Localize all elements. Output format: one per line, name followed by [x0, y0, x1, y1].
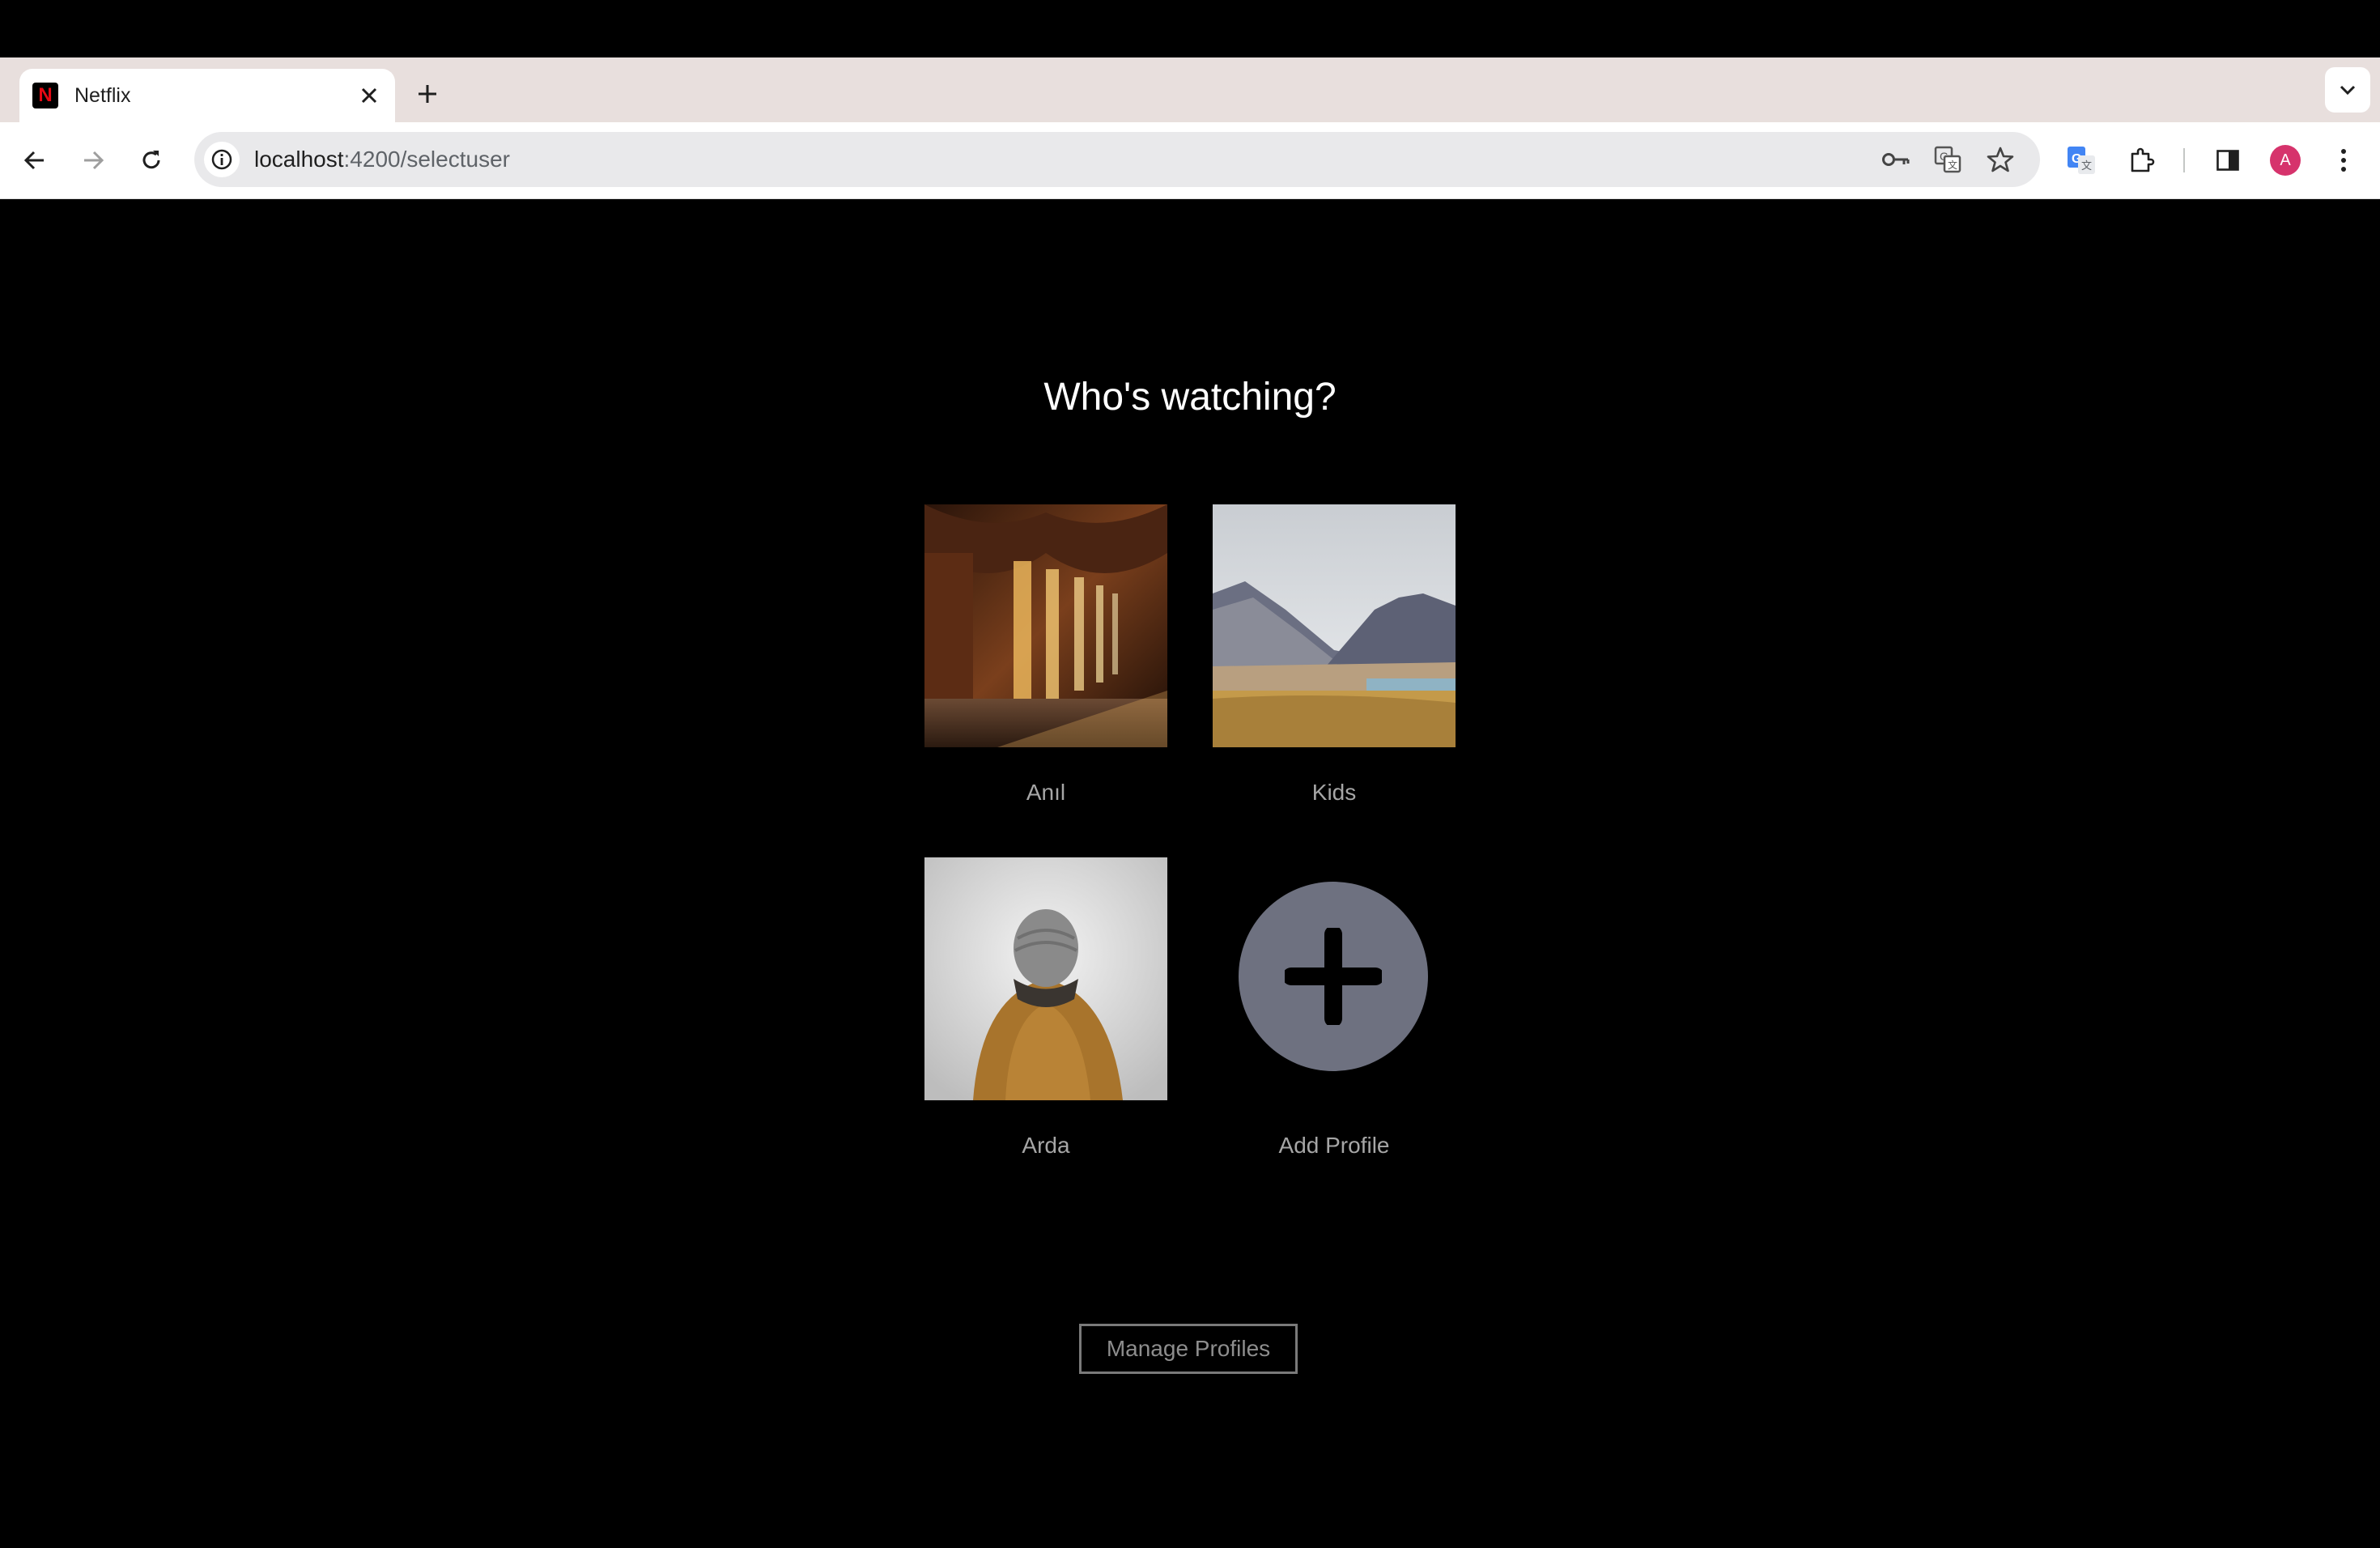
menu-icon[interactable]: [2325, 142, 2362, 179]
key-icon[interactable]: [1880, 143, 1912, 176]
manage-profiles-button[interactable]: Manage Profiles: [1079, 1324, 1298, 1374]
svg-text:文: 文: [2081, 160, 2092, 172]
profile-card-arda[interactable]: Arda: [924, 857, 1167, 1165]
tab-strip: N Netflix: [0, 57, 2380, 122]
tab-title: Netflix: [74, 83, 131, 107]
toolbar-separator: [2183, 148, 2185, 172]
svg-text:文: 文: [1948, 159, 1957, 171]
tab-netflix[interactable]: N Netflix: [19, 69, 395, 122]
new-tab-icon[interactable]: [408, 74, 447, 113]
profile-name: Kids: [1311, 780, 1357, 805]
url-text[interactable]: localhost:4200/selectuser: [254, 147, 510, 172]
page-title: Who's watching?: [1043, 376, 1337, 419]
netflix-favicon-icon: N: [32, 83, 58, 108]
profile-avatar-image[interactable]: [924, 857, 1167, 1100]
chevron-down-icon[interactable]: [2325, 67, 2370, 113]
add-profile-button[interactable]: [1239, 882, 1428, 1071]
profile-avatar-image[interactable]: [924, 504, 1167, 747]
profile-card-anil[interactable]: Anıl: [924, 504, 1167, 812]
profile-avatar[interactable]: A: [2267, 142, 2304, 179]
profile-name: Arda: [1022, 1133, 1070, 1158]
address-bar[interactable]: localhost:4200/selectuser G文: [194, 132, 2040, 187]
url-host: localhost: [254, 147, 344, 172]
google-translate-icon[interactable]: G文: [2063, 142, 2100, 179]
plus-icon: [1285, 928, 1382, 1025]
account-initial: A: [2270, 145, 2301, 176]
site-info-icon[interactable]: [204, 142, 240, 177]
window-top-bar: [0, 0, 2380, 57]
add-profile-card[interactable]: Add Profile: [1213, 857, 1456, 1165]
star-icon[interactable]: [1984, 143, 2017, 176]
side-panel-icon[interactable]: [2209, 142, 2246, 179]
reload-icon[interactable]: [133, 142, 170, 179]
profile-card-kids[interactable]: Kids: [1213, 504, 1456, 812]
browser-toolbar: localhost:4200/selectuser G文 G文 A: [0, 122, 2380, 199]
extensions-icon[interactable]: [2123, 142, 2160, 179]
favicon-letter: N: [38, 84, 53, 106]
url-path: :4200/selectuser: [343, 147, 510, 172]
forward-icon[interactable]: [74, 142, 112, 179]
translate-icon[interactable]: G文: [1932, 143, 1964, 176]
back-icon[interactable]: [16, 142, 53, 179]
profile-avatar-image[interactable]: [1213, 504, 1456, 747]
add-profile-label: Add Profile: [1278, 1133, 1390, 1158]
close-tab-icon[interactable]: [353, 79, 385, 112]
profile-name: Anıl: [1026, 780, 1066, 805]
